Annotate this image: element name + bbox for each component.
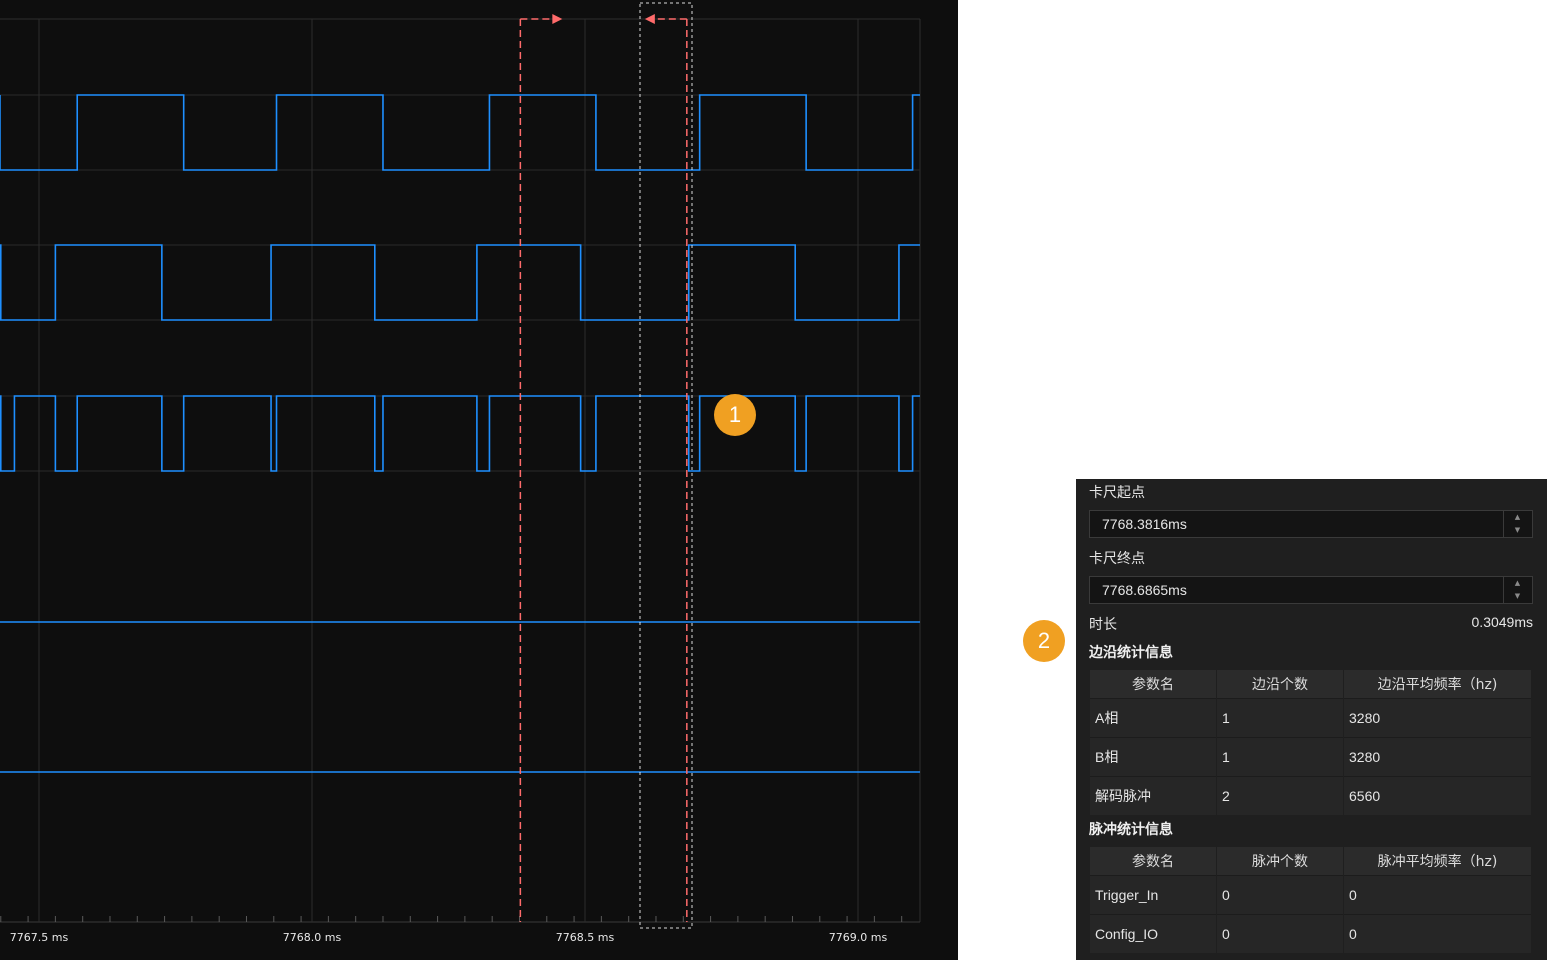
table-row[interactable]: Trigger_In 0 0 (1090, 875, 1532, 915)
table-row[interactable]: 解码脉冲 2 6560 (1090, 776, 1532, 815)
increment-arrow-icon[interactable]: ▲ (1504, 577, 1531, 590)
increment-arrow-icon[interactable]: ▲ (1504, 511, 1531, 524)
duration-value: 0.3049ms (1471, 614, 1533, 630)
table-cell: 0 (1216, 875, 1344, 915)
x-tick-label: 7769.0 ms (829, 931, 888, 944)
waveform-viewer[interactable]: 7767.5 ms 7768.0 ms 7768.5 ms 7769.0 ms 1 (0, 0, 958, 960)
x-tick-label: 7768.5 ms (556, 931, 615, 944)
table-row[interactable]: A相 1 3280 (1090, 698, 1532, 738)
caliper-start-label: 卡尺起点 (1089, 485, 1145, 501)
highlight-box (639, 2, 693, 929)
table-cell: 0 (1343, 875, 1532, 915)
table-cell: B相 (1090, 737, 1217, 777)
table-header-row: 参数名 边沿个数 边沿平均频率（hz) (1090, 670, 1532, 699)
caliper-start-stepper[interactable]: ▲ ▼ (1503, 511, 1532, 537)
column-header: 边沿平均频率（hz) (1343, 670, 1532, 699)
waveform-series-3 (0, 395, 920, 472)
caliper-end-spinbox[interactable]: 7768.6865ms ▲ ▼ (1089, 576, 1533, 604)
decrement-arrow-icon[interactable]: ▼ (1504, 524, 1531, 537)
column-header: 脉冲平均频率（hz) (1343, 847, 1532, 876)
table-cell: 3280 (1343, 737, 1532, 777)
x-tick-label: 7767.5 ms (10, 931, 69, 944)
waveform-series-1 (0, 94, 920, 171)
table-header-row: 参数名 脉冲个数 脉冲平均频率（hz) (1090, 847, 1532, 876)
caliper-end-label: 卡尺终点 (1089, 551, 1145, 567)
table-cell: 1 (1216, 737, 1344, 777)
caliper-start-spinbox[interactable]: 7768.3816ms ▲ ▼ (1089, 510, 1533, 538)
decrement-arrow-icon[interactable]: ▼ (1504, 590, 1531, 603)
waveform-chart[interactable]: 7767.5 ms 7768.0 ms 7768.5 ms 7769.0 ms (0, 0, 958, 960)
table-cell: Config_IO (1090, 914, 1217, 953)
edge-stats-table: 参数名 边沿个数 边沿平均频率（hz) A相 1 3280 B相 1 3280 … (1090, 670, 1532, 815)
table-row[interactable]: B相 1 3280 (1090, 737, 1532, 777)
table-cell: 0 (1216, 914, 1344, 953)
caliper-end-value[interactable]: 7768.6865ms (1102, 582, 1187, 598)
table-cell: 0 (1343, 914, 1532, 953)
annotation-badge-1: 1 (714, 394, 756, 436)
table-cell: 解码脉冲 (1090, 776, 1217, 815)
table-cell: Trigger_In (1090, 875, 1217, 915)
arrow-left-icon (644, 14, 655, 24)
edge-stats-title: 边沿统计信息 (1089, 645, 1173, 661)
table-cell: 3280 (1343, 698, 1532, 738)
waveform-series-2 (0, 244, 920, 321)
column-header: 边沿个数 (1216, 670, 1344, 699)
caliper-stats-panel: 卡尺起点 7768.3816ms ▲ ▼ 卡尺终点 7768.6865ms ▲ … (1076, 479, 1547, 960)
duration-label: 时长 (1089, 617, 1117, 633)
caliper-start-value[interactable]: 7768.3816ms (1102, 516, 1187, 532)
column-header: 参数名 (1090, 847, 1217, 876)
table-row[interactable]: Config_IO 0 0 (1090, 914, 1532, 953)
table-cell: 2 (1216, 776, 1344, 815)
table-cell: 6560 (1343, 776, 1532, 815)
table-cell: 1 (1216, 698, 1344, 738)
column-header: 参数名 (1090, 670, 1217, 699)
pulse-stats-table: 参数名 脉冲个数 脉冲平均频率（hz) Trigger_In 0 0 Confi… (1090, 847, 1532, 953)
pulse-stats-title: 脉冲统计信息 (1089, 822, 1173, 838)
caliper-end-stepper[interactable]: ▲ ▼ (1503, 577, 1532, 603)
arrow-right-icon (552, 14, 563, 24)
column-header: 脉冲个数 (1216, 847, 1344, 876)
annotation-badge-2: 2 (1023, 620, 1065, 662)
x-tick-label: 7768.0 ms (283, 931, 342, 944)
table-cell: A相 (1090, 698, 1217, 738)
